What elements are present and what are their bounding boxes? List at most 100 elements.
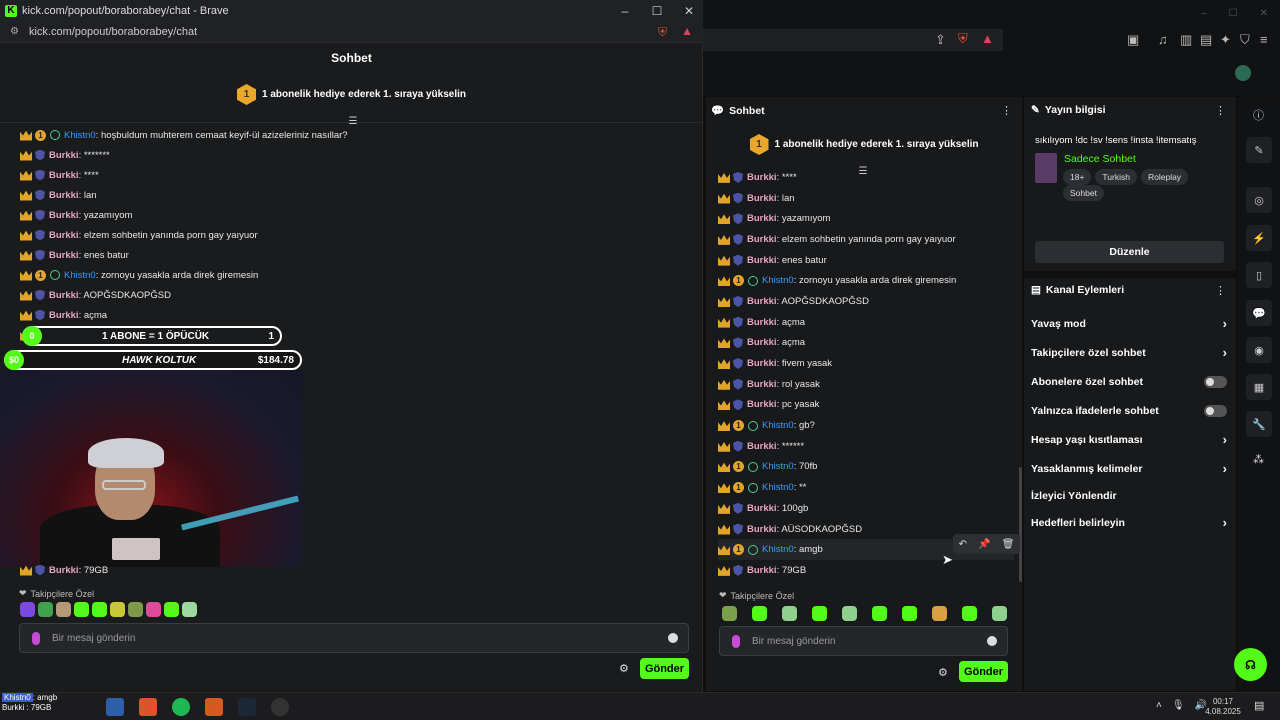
username[interactable]: Burkki	[49, 170, 79, 181]
wallet-icon[interactable]: ▤	[1200, 32, 1212, 48]
username[interactable]: Khistn0	[762, 420, 794, 431]
username[interactable]: Burkki	[49, 210, 79, 221]
emote-icon[interactable]	[902, 606, 917, 621]
chat-message[interactable]: Burkki: enes batur	[20, 245, 680, 265]
username[interactable]: Khistn0	[64, 270, 96, 281]
emote-icon[interactable]	[992, 606, 1007, 621]
minimize-button[interactable]: –	[619, 4, 631, 18]
chat-message[interactable]: Burkki: AOPĞSDKAOPĞSD	[20, 285, 680, 305]
notification-icon[interactable]: ▤	[1254, 699, 1264, 712]
chat-message[interactable]: Burkki: ****	[718, 170, 1014, 188]
channel-action-row[interactable]: Hedefleri belirleyin ›	[1024, 508, 1236, 537]
emote-icon[interactable]	[110, 602, 125, 617]
stream-tag[interactable]: 18+	[1063, 169, 1092, 185]
send-button[interactable]: Gönder	[959, 661, 1008, 682]
channel-action-row[interactable]: Yasaklanmış kelimeler ›	[1024, 454, 1236, 483]
emote-icon[interactable]	[872, 606, 887, 621]
username[interactable]: Burkki	[747, 213, 777, 224]
username[interactable]: Burkki	[747, 234, 777, 245]
brave-shield-icon[interactable]: ⛨	[658, 25, 667, 40]
toggle-switch[interactable]	[1204, 404, 1227, 417]
username[interactable]: Burkki	[49, 310, 79, 321]
site-settings-icon[interactable]: ⚙	[10, 26, 19, 37]
chat-message[interactable]: Burkki: ******	[718, 436, 1014, 457]
scrollbar[interactable]	[1019, 467, 1022, 582]
wrench-icon[interactable]: 🔧	[1246, 411, 1272, 437]
channel-action-row[interactable]: Hesap yaşı kısıtlaması ›	[1024, 425, 1236, 454]
message-input[interactable]: Bir mesaj gönderin	[19, 623, 689, 653]
username[interactable]: Burkki	[49, 565, 79, 576]
chat-message[interactable]: 1 Khistn0: hoşbuldum muhterem cemaat keyi…	[20, 125, 680, 145]
chat-message[interactable]: Burkki: açma	[20, 305, 680, 325]
stream-tag[interactable]: Turkish	[1095, 169, 1137, 185]
username[interactable]: Burkki	[747, 193, 777, 204]
toggle-switch[interactable]	[1204, 375, 1227, 388]
maximize-button[interactable]: ☐	[1229, 8, 1238, 19]
username[interactable]: Burkki	[49, 250, 79, 261]
maximize-button[interactable]: ☐	[651, 4, 663, 18]
broadcast-icon[interactable]: ◉	[1246, 337, 1272, 363]
username[interactable]: Khistn0	[762, 461, 794, 472]
username[interactable]: Burkki	[747, 379, 777, 390]
send-button[interactable]: Gönder	[640, 658, 689, 679]
avatar[interactable]	[1235, 65, 1251, 81]
category-thumbnail[interactable]	[1035, 153, 1057, 183]
info-icon[interactable]: ⓘ	[1253, 107, 1264, 123]
username[interactable]: Burkki	[49, 190, 79, 201]
chat-message[interactable]: Burkki: açma	[718, 333, 1014, 354]
emote-icon[interactable]	[164, 602, 179, 617]
username[interactable]: Burkki	[747, 399, 777, 410]
chat-message[interactable]: Burkki: yazamıyom	[718, 208, 1014, 229]
emote-icon[interactable]	[92, 602, 107, 617]
chat-message[interactable]: Burkki: elzem sohbetin yanında porn gay …	[718, 229, 1014, 250]
bolt-icon[interactable]: ⚡	[1246, 225, 1272, 251]
chat-message[interactable]: Burkki: lan	[20, 185, 680, 205]
mic-icon[interactable]	[32, 631, 40, 645]
channel-action-row[interactable]: Takipçilere özel sohbet ›	[1024, 338, 1236, 367]
url-text[interactable]: kick.com/popout/boraborabey/chat	[29, 26, 197, 38]
support-button[interactable]: ☊	[1234, 648, 1267, 681]
more-options-icon[interactable]: ⋮	[1215, 284, 1226, 297]
stream-tag[interactable]: Roleplay	[1140, 169, 1189, 185]
chat-message[interactable]: Burkki: fivem yasak	[718, 353, 1014, 374]
username[interactable]: Burkki	[747, 441, 777, 452]
app-icon[interactable]	[205, 698, 223, 716]
music-icon[interactable]: ♫	[1158, 32, 1168, 47]
chat-message[interactable]: Burkki: 79GB	[718, 560, 1014, 581]
chat-message[interactable]: 1 Khistn0: **	[718, 477, 1014, 498]
steam-icon[interactable]	[238, 698, 256, 716]
emote-icon[interactable]	[146, 602, 161, 617]
username[interactable]: Burkki	[747, 358, 777, 369]
edit-button[interactable]: Düzenle	[1035, 241, 1224, 263]
gift-leaderboard-banner[interactable]: 1 1 abonelik hediye ederek 1. sıraya yük…	[706, 134, 1022, 155]
share-icon[interactable]: ⁂	[1253, 453, 1264, 466]
chat-icon[interactable]: 💬	[1246, 300, 1272, 326]
more-options-icon[interactable]: ⋮	[1001, 104, 1012, 117]
channel-action-row[interactable]: İzleyici Yönlendir	[1024, 483, 1236, 508]
emote-icon[interactable]	[38, 602, 53, 617]
emote-icon[interactable]	[752, 606, 767, 621]
brave-icon[interactable]	[139, 698, 157, 716]
username[interactable]: Burkki	[747, 317, 777, 328]
chat-message[interactable]: Burkki: 100gb	[718, 498, 1014, 519]
username[interactable]: Khistn0	[762, 275, 794, 286]
emoji-icon[interactable]	[987, 636, 997, 646]
reply-icon[interactable]: ↶	[959, 539, 967, 550]
stream-icon[interactable]: ◎	[1246, 187, 1272, 213]
chat-message[interactable]: Burkki: rol yasak	[718, 374, 1014, 395]
gift-leaderboard-banner[interactable]: 1 1 abonelik hediye ederek 1. sıraya yük…	[0, 84, 703, 105]
chat-message[interactable]: 1 Khistn0: gb?	[718, 415, 1014, 436]
spotify-icon[interactable]	[172, 698, 190, 716]
emote-icon[interactable]	[722, 606, 737, 621]
mic-icon[interactable]	[732, 634, 740, 648]
username[interactable]: Burkki	[747, 296, 777, 307]
vpn-icon[interactable]: ⛉	[1240, 32, 1250, 48]
username[interactable]: Khistn0	[64, 130, 96, 141]
chat-message[interactable]: 1 Khistn0: 70fb	[718, 457, 1014, 478]
clock[interactable]: 00:17 4.08.2025	[1200, 697, 1246, 717]
chat-message[interactable]: Burkki: yazamıyom	[20, 205, 680, 225]
emoji-icon[interactable]	[668, 633, 678, 643]
channel-action-row[interactable]: Abonelere özel sohbet	[1024, 367, 1236, 396]
chat-message[interactable]: Burkki: elzem sohbetin yanında porn gay …	[20, 225, 680, 245]
menu-icon[interactable]: ≡	[1260, 32, 1268, 47]
